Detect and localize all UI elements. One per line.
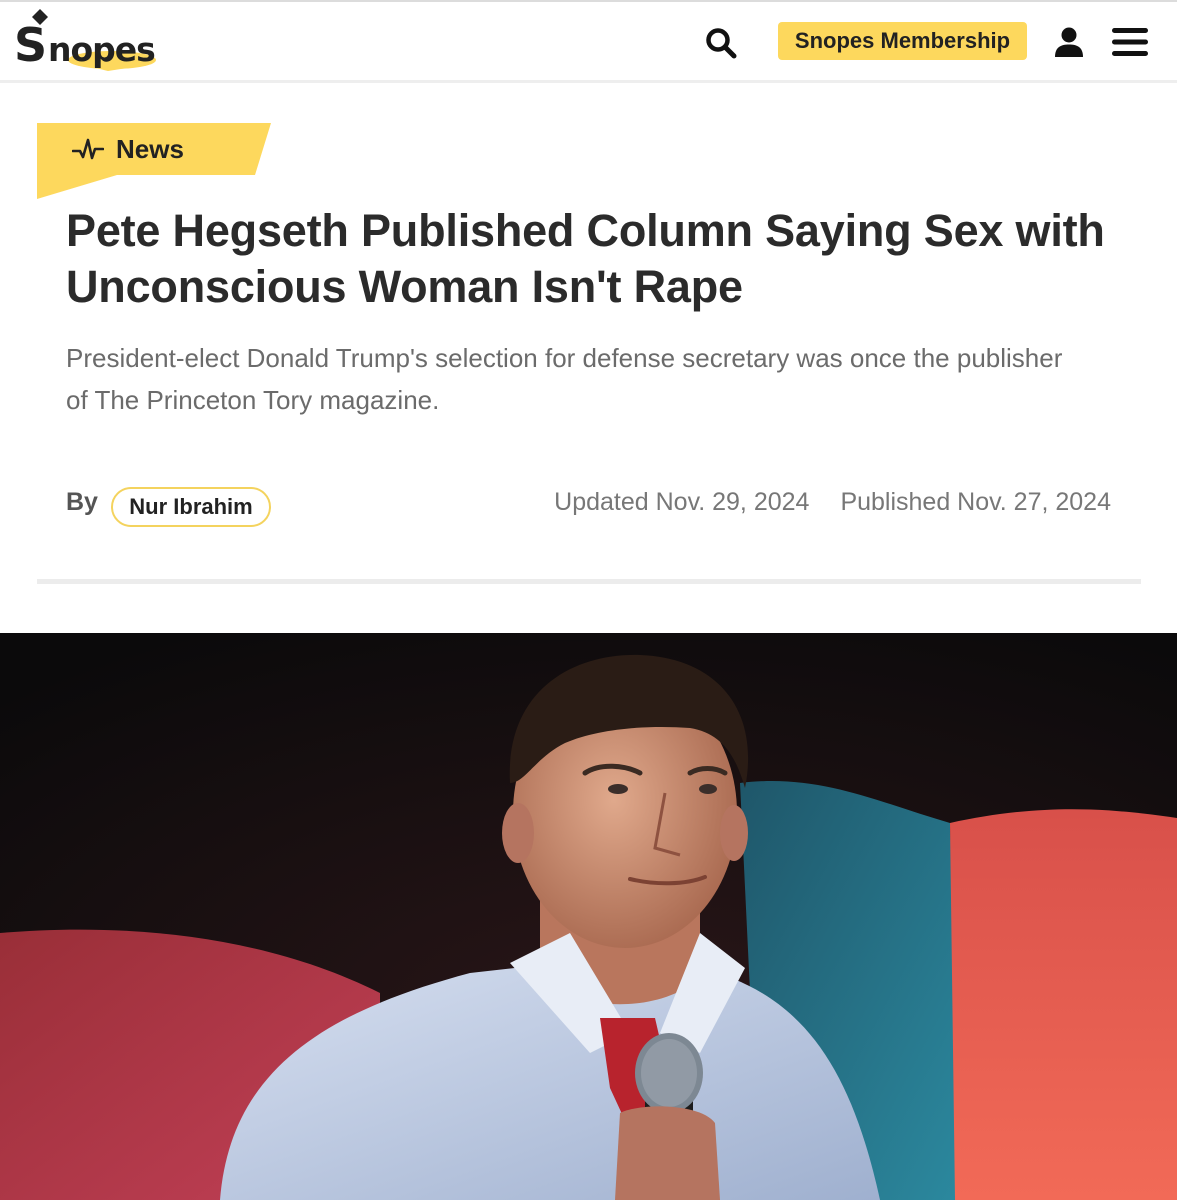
pulse-icon <box>72 138 104 160</box>
category-tag: News <box>37 123 271 199</box>
section-divider <box>37 579 1141 584</box>
membership-button[interactable]: Snopes Membership <box>778 22 1027 60</box>
published-date: Published Nov. 27, 2024 <box>840 488 1111 516</box>
snopes-logo[interactable]: S nopes <box>12 8 162 78</box>
snopes-logo-image: S nopes <box>14 9 156 72</box>
menu-button[interactable] <box>1108 22 1152 62</box>
svg-text:S: S <box>14 18 47 72</box>
by-label: By <box>66 488 98 516</box>
hero-photo <box>0 633 1177 1200</box>
article-subtitle: President-elect Donald Trump's selection… <box>66 343 1063 415</box>
author-link[interactable]: Nur Ibrahim <box>111 487 271 527</box>
updated-date: Updated Nov. 29, 2024 <box>554 488 810 516</box>
hero-image <box>0 633 1177 1200</box>
search-button[interactable] <box>700 22 742 64</box>
svg-text:nopes: nopes <box>48 30 155 69</box>
account-button[interactable] <box>1049 22 1089 62</box>
site-header: S nopes Snopes Membership <box>0 0 1177 83</box>
search-icon <box>706 28 737 59</box>
category-label: News <box>116 133 184 164</box>
article-title: Pete Hegseth Published Column Saying Sex… <box>66 205 1105 312</box>
category-link[interactable]: News <box>72 132 184 166</box>
user-icon <box>1055 27 1083 57</box>
hamburger-menu-icon <box>1112 28 1148 56</box>
article-dates: Updated Nov. 29, 2024 Published Nov. 27,… <box>554 488 1111 517</box>
